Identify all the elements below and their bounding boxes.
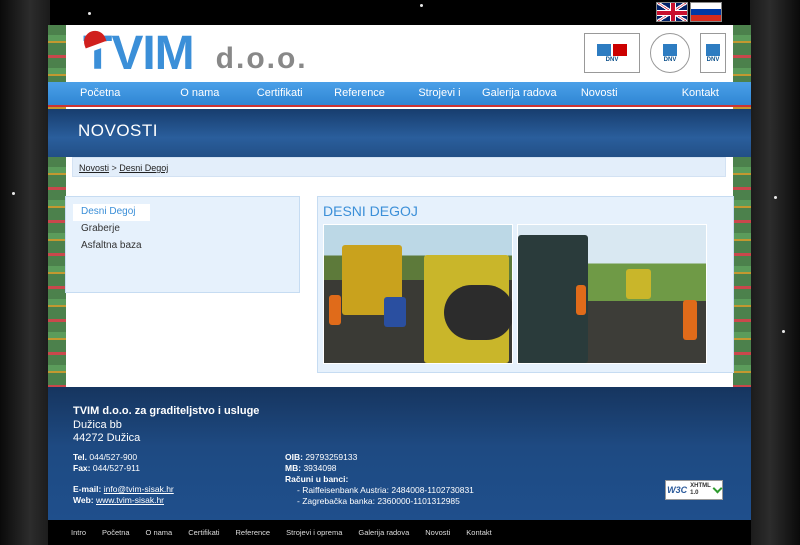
breadcrumb-link-novosti[interactable]: Novosti	[79, 163, 109, 173]
fax-value: 044/527-911	[92, 463, 140, 473]
section-banner: NOVOSTI	[48, 109, 751, 157]
snowflake	[774, 196, 777, 199]
mb-value: 3934098	[303, 463, 337, 473]
bottom-nav-pocetna[interactable]: Početna	[102, 528, 130, 537]
bottom-nav-galerija[interactable]: Galerija radova	[358, 528, 409, 537]
breadcrumb-separator: >	[109, 163, 120, 173]
tel-value: 044/527-900	[89, 452, 138, 462]
nav-item-o-nama[interactable]: O nama	[160, 82, 240, 105]
sidebar-item-asfaltna-baza[interactable]: Asfaltna baza	[73, 238, 292, 255]
christmas-garland-right	[733, 25, 751, 387]
worker	[576, 285, 586, 315]
snowflake	[88, 12, 91, 15]
bank-label: Računi u banci:	[285, 474, 349, 484]
w3c-xhtml-badge[interactable]: W3C XHTML 1.0	[665, 480, 723, 500]
bottom-nav-reference[interactable]: Reference	[236, 528, 271, 537]
snowflake	[420, 4, 423, 7]
sidebar-item-graberje[interactable]: Graberje	[73, 221, 292, 238]
email-label: E-mail:	[73, 484, 102, 494]
nav-item-kontakt[interactable]: Kontakt	[639, 82, 751, 105]
sidebar-item-desni-degoj[interactable]: Desni Degoj	[73, 204, 150, 221]
breadcrumb: Novosti > Desni Degoj	[72, 157, 726, 177]
footer-web-block: E-mail: info@tvim-sisak.hr Web: www.tvim…	[73, 484, 174, 506]
bank-account-2: - Zagrebačka banka: 2360000-1101312985	[297, 496, 460, 506]
roller-drum	[444, 285, 512, 340]
dnv-certificate-icon: DNV	[700, 33, 726, 73]
news-content: DESNI DEGOJ	[317, 196, 734, 373]
bottom-nav: Intro Početna O nama Certifikati Referen…	[48, 520, 751, 545]
nav-item-reference[interactable]: Reference	[320, 82, 400, 105]
worker	[329, 295, 341, 325]
truck	[626, 269, 651, 299]
bottom-nav-novosti[interactable]: Novosti	[425, 528, 450, 537]
email-link[interactable]: info@tvim-sisak.hr	[104, 484, 174, 494]
flag-russian-icon[interactable]	[690, 2, 722, 22]
web-label: Web:	[73, 495, 94, 505]
xhtml-version: 1.0	[690, 490, 699, 496]
gallery-photo-2[interactable]	[517, 224, 707, 364]
bank-account-1: - Raiffeisenbank Austria: 2484008-110273…	[297, 485, 474, 495]
page-container: TVIM d.o.o. DNV DNV DNV Početna O nama C…	[48, 25, 751, 545]
bottom-nav-o-nama[interactable]: O nama	[146, 528, 173, 537]
background-left	[0, 0, 50, 545]
footer-company-name: TVIM d.o.o. za graditeljstvo i usluge	[73, 405, 260, 417]
page-title: NOVOSTI	[78, 121, 159, 140]
iso-certificate-icon: DNV	[584, 33, 640, 73]
fax-label: Fax:	[73, 463, 91, 473]
oib-label: OIB:	[285, 452, 303, 462]
bottom-nav-kontakt[interactable]: Kontakt	[466, 528, 491, 537]
flag-english-icon[interactable]	[656, 2, 688, 22]
certificate-logos: DNV DNV DNV	[584, 33, 726, 73]
xhtml-label: XHTML 1.0	[690, 483, 711, 497]
christmas-garland-left	[48, 25, 66, 387]
logo[interactable]: TVIM d.o.o.	[83, 29, 308, 79]
footer-address-line2: 44272 Dužica	[73, 432, 141, 444]
snowflake	[12, 192, 15, 195]
oib-value: 29793259133	[305, 452, 358, 462]
environmental-certificate-icon: DNV	[650, 33, 690, 73]
language-switcher	[656, 2, 722, 22]
nav-item-pocetna[interactable]: Početna	[48, 82, 160, 105]
logo-suffix: d.o.o.	[215, 42, 308, 75]
sidebar: Desni Degoj Graberje Asfaltna baza	[65, 196, 300, 293]
tel-label: Tel.	[73, 452, 88, 462]
footer-address-line1: Dužica bb	[73, 419, 122, 431]
nav-item-galerija[interactable]: Galerija radova	[479, 82, 559, 105]
bottom-nav-certifikati[interactable]: Certifikati	[188, 528, 219, 537]
w3c-logo: W3C	[667, 485, 688, 495]
footer-phone-block: Tel. 044/527-900 Fax: 044/527-911	[73, 452, 140, 474]
bottom-nav-intro[interactable]: Intro	[71, 528, 86, 537]
footer: TVIM d.o.o. za graditeljstvo i usluge Du…	[48, 387, 751, 520]
main-nav: Početna O nama Certifikati Reference Str…	[48, 82, 751, 122]
nav-item-novosti[interactable]: Novosti	[559, 82, 639, 105]
worker	[384, 297, 406, 327]
mb-label: MB:	[285, 463, 302, 473]
gallery-photo-1[interactable]	[323, 224, 513, 364]
bottom-nav-strojevi[interactable]: Strojevi i oprema	[286, 528, 342, 537]
footer-bank-block: OIB: 29793259133 MB: 3934098 Računi u ba…	[285, 452, 474, 507]
snowflake	[782, 330, 785, 333]
worker	[683, 300, 697, 340]
news-title: DESNI DEGOJ	[323, 203, 418, 219]
web-link[interactable]: www.tvim-sisak.hr	[96, 495, 164, 505]
nav-item-strojevi[interactable]: Strojevi i oprema	[400, 82, 480, 122]
nav-item-certifikati[interactable]: Certifikati	[240, 82, 320, 105]
header: TVIM d.o.o. DNV DNV DNV	[48, 25, 751, 82]
xhtml-text: XHTML	[690, 483, 711, 489]
checkmark-icon	[712, 483, 723, 494]
breadcrumb-link-current[interactable]: Desni Degoj	[119, 163, 168, 173]
footer-address: Dužica bb 44272 Dužica	[73, 419, 140, 445]
background-right	[750, 0, 800, 545]
